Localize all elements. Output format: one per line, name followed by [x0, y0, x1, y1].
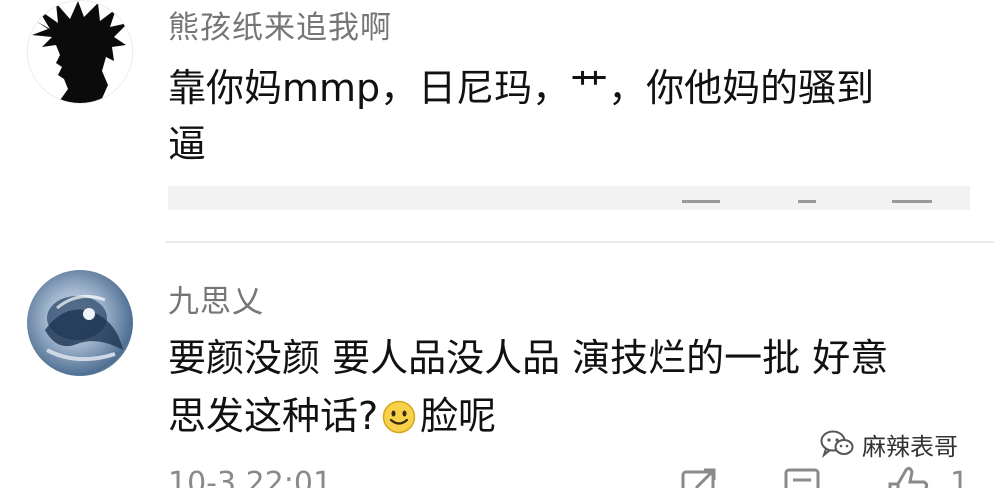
- share-icon[interactable]: [682, 200, 720, 203]
- thumbs-up-icon[interactable]: [886, 466, 930, 488]
- comment-action-bar: [168, 186, 970, 210]
- watermark: 麻辣表哥: [820, 428, 958, 461]
- reply-icon[interactable]: [783, 466, 823, 488]
- comment-text-segment: 思发这种话?: [168, 394, 379, 438]
- comment-username[interactable]: 九思乂: [168, 276, 264, 321]
- comment-text-segment: 脸呢: [420, 394, 497, 438]
- smile-emoji-icon: [382, 400, 416, 434]
- share-icon[interactable]: [680, 466, 720, 488]
- comment-text-line: 靠你妈mmp，日尼玛，艹，你他妈的骚到: [168, 66, 875, 110]
- comment-username[interactable]: 熊孩纸来追我啊: [168, 2, 392, 47]
- wechat-logo-icon: [820, 430, 854, 458]
- artwork-avatar-icon: [45, 294, 123, 362]
- comment-divider: [165, 241, 994, 243]
- comment-timestamp: 10-3 22:01: [168, 466, 333, 488]
- comment-list: 熊孩纸来追我啊 靠你妈mmp，日尼玛，艹，你他妈的骚到 逼 九思乂 要颜没颜 要…: [0, 0, 994, 488]
- comment-text-line: 要颜没颜 要人品没人品 演技烂的一批 好意: [168, 336, 889, 380]
- watermark-text: 麻辣表哥: [862, 432, 958, 461]
- comment-meta-row: 10-3 22:01 1: [168, 466, 994, 488]
- avatar[interactable]: [27, 270, 133, 376]
- avatar[interactable]: [27, 0, 133, 104]
- like-count: 1: [950, 466, 970, 488]
- comment-text-line: 思发这种话? 脸呢: [168, 388, 496, 444]
- reply-icon[interactable]: [798, 200, 816, 203]
- silhouette-avatar-icon: [32, 1, 128, 103]
- thumbs-up-icon[interactable]: [892, 200, 932, 203]
- comment-text-line: 逼: [168, 122, 207, 166]
